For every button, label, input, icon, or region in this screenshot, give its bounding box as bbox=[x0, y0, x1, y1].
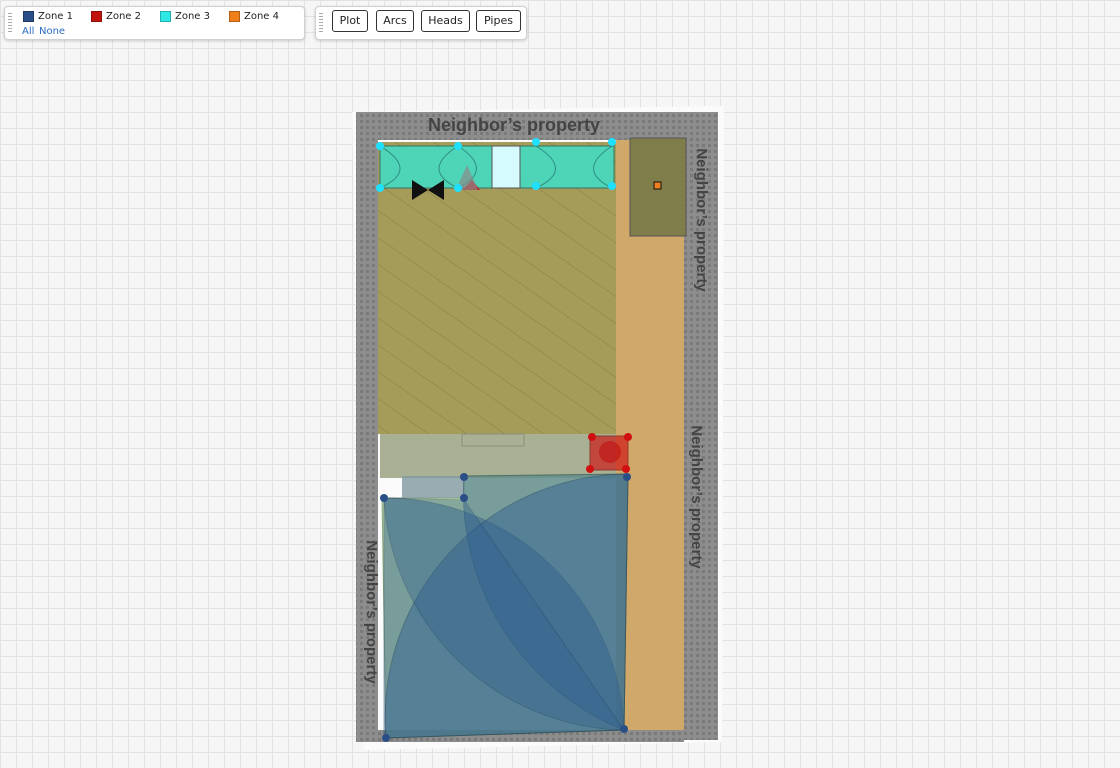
sprinkler-head[interactable] bbox=[460, 473, 468, 481]
neighbor-label-right-lower: Neighbor’s property bbox=[688, 425, 705, 569]
sprinkler-head[interactable] bbox=[608, 138, 616, 146]
zone4-head[interactable] bbox=[653, 181, 662, 190]
zone3-window bbox=[491, 145, 521, 189]
sprinkler-head[interactable] bbox=[454, 184, 462, 192]
sprinkler-head[interactable] bbox=[454, 142, 462, 150]
sprinkler-head[interactable] bbox=[608, 182, 616, 190]
neighbor-label-right-upper: Neighbor’s property bbox=[693, 148, 710, 292]
plan-canvas[interactable]: Neighbor’s property Neighbor’s property … bbox=[0, 0, 1120, 768]
sprinkler-head[interactable] bbox=[620, 725, 628, 733]
sprinkler-head[interactable] bbox=[532, 138, 540, 146]
sprinkler-head[interactable] bbox=[376, 142, 384, 150]
neighbor-label-left: Neighbor’s property bbox=[363, 540, 380, 684]
neighbor-label-top: Neighbor’s property bbox=[428, 115, 600, 135]
sprinkler-head[interactable] bbox=[623, 473, 631, 481]
sprinkler-head[interactable] bbox=[588, 433, 596, 441]
zone1-pad bbox=[402, 476, 464, 498]
sprinkler-head[interactable] bbox=[376, 184, 384, 192]
sprinkler-head[interactable] bbox=[380, 494, 388, 502]
sprinkler-head[interactable] bbox=[382, 734, 390, 742]
sprinkler-head[interactable] bbox=[622, 465, 630, 473]
patio-strip bbox=[380, 434, 618, 478]
sprinkler-head[interactable] bbox=[532, 182, 540, 190]
zone2-spray bbox=[599, 441, 621, 463]
sprinkler-head[interactable] bbox=[460, 494, 468, 502]
sprinkler-head[interactable] bbox=[624, 433, 632, 441]
sprinkler-head[interactable] bbox=[586, 465, 594, 473]
